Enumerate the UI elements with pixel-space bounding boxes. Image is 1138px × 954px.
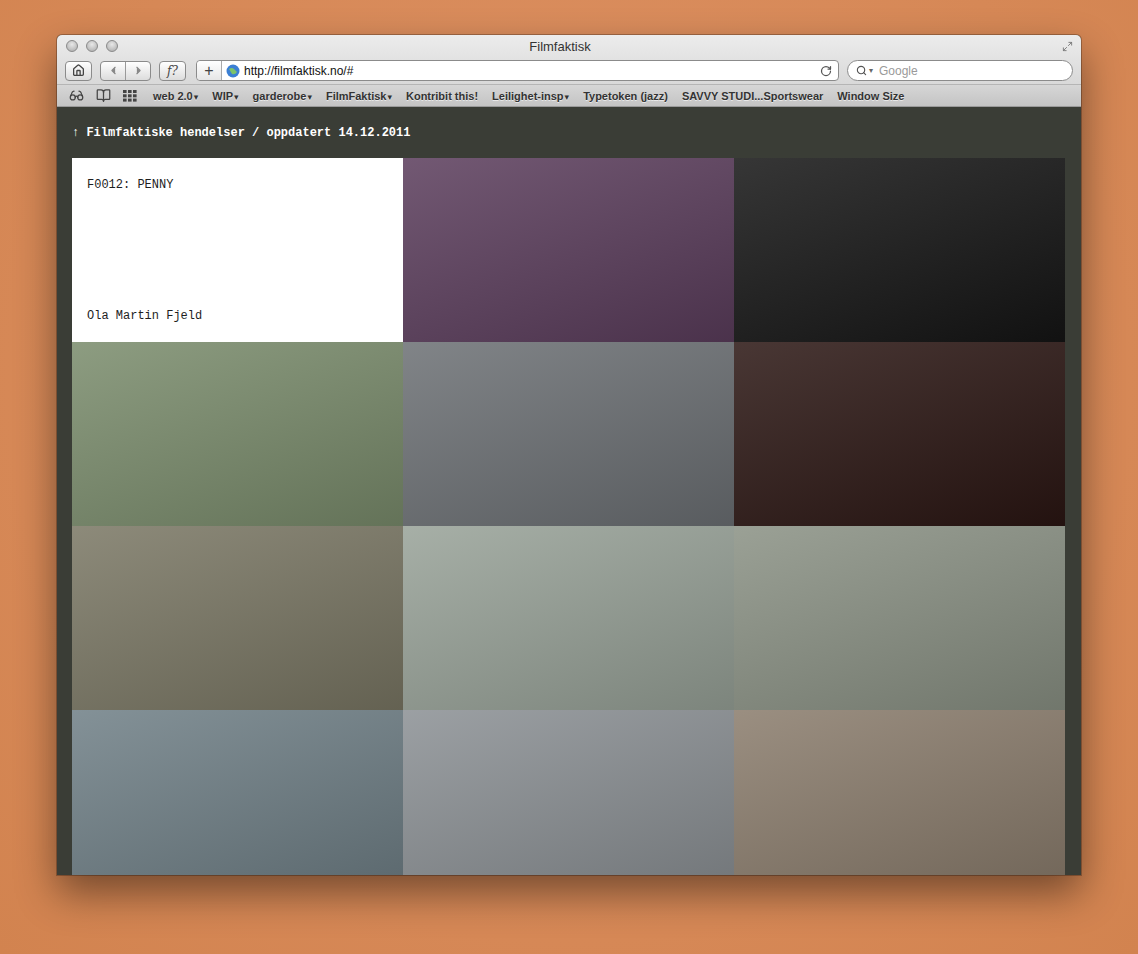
search-field[interactable]: ▾Google: [847, 60, 1073, 81]
back-icon[interactable]: [107, 64, 120, 77]
bookmark-item[interactable]: Leilighet-insp▾: [492, 90, 569, 102]
dropdown-icon: ▾: [387, 92, 392, 102]
bookmark-item[interactable]: garderobe▾: [253, 90, 312, 102]
film-still[interactable]: [403, 710, 734, 875]
film-still[interactable]: [734, 526, 1065, 710]
window-controls: [65, 40, 118, 52]
film-still[interactable]: [72, 710, 403, 875]
top-sites-icon[interactable]: [123, 90, 137, 102]
film-card[interactable]: F0012: PENNY Ola Martin Fjeld: [72, 158, 403, 342]
film-still[interactable]: [734, 342, 1065, 526]
reload-icon[interactable]: [820, 65, 832, 77]
close-button[interactable]: [66, 40, 78, 52]
bookmark-item[interactable]: Kontribit this!: [406, 90, 478, 102]
page-header[interactable]: ↑ Filmfaktiske hendelser / oppdatert 14.…: [72, 126, 1066, 140]
address-field[interactable]: +http://filmfaktisk.no/#: [196, 60, 839, 81]
film-still[interactable]: [734, 158, 1065, 342]
film-author: Ola Martin Fjeld: [87, 309, 388, 323]
title-bar: Filmfaktisk: [57, 35, 1081, 57]
film-title: F0012: PENNY: [87, 178, 388, 192]
window-title: Filmfaktisk: [118, 39, 1002, 54]
bookmark-tools: [69, 88, 137, 103]
back-button[interactable]: [101, 62, 125, 80]
home-icon[interactable]: [72, 64, 85, 77]
bookmark-item[interactable]: Window Size: [837, 90, 904, 102]
film-still[interactable]: [734, 710, 1065, 875]
bookmark-item[interactable]: FilmFaktisk▾: [326, 90, 392, 102]
dropdown-icon: ▾: [194, 92, 199, 102]
forward-button[interactable]: [125, 62, 150, 80]
dropdown-icon: ▾: [234, 92, 239, 102]
reader-button[interactable]: f?: [159, 61, 186, 81]
bookmarks-icon[interactable]: [96, 88, 111, 103]
film-still[interactable]: [403, 342, 734, 526]
reading-list-icon[interactable]: [69, 88, 84, 103]
zoom-button[interactable]: [106, 40, 118, 52]
fullscreen-button[interactable]: [1062, 41, 1073, 52]
search-icon: [856, 65, 867, 76]
search-menu-icon[interactable]: ▾: [869, 66, 873, 75]
bookmarks-bar: web 2.0▾ WIP▾ garderobe▾ FilmFaktisk▾ Kontri…: [57, 84, 1081, 106]
minimize-button[interactable]: [86, 40, 98, 52]
desktop: Filmfaktisk f? +http://filmfaktisk.no/# ▾Go…: [0, 0, 1138, 954]
add-bookmark-button[interactable]: +: [197, 61, 222, 80]
home-button[interactable]: [65, 61, 92, 81]
forward-icon[interactable]: [132, 64, 145, 77]
film-still[interactable]: [72, 342, 403, 526]
browser-chrome: Filmfaktisk f? +http://filmfaktisk.no/# ▾Go…: [57, 35, 1081, 107]
dropdown-icon: ▾: [565, 92, 570, 102]
reload-button[interactable]: [814, 65, 838, 77]
bookmark-item[interactable]: web 2.0▾: [153, 90, 198, 102]
globe-icon: [226, 64, 240, 78]
page-content: ↑ Filmfaktiske hendelser / oppdatert 14.…: [57, 107, 1081, 875]
toolbar: f? +http://filmfaktisk.no/# ▾Google: [57, 57, 1081, 84]
bookmark-item[interactable]: WIP▾: [212, 90, 238, 102]
fullscreen-icon[interactable]: [1062, 41, 1073, 52]
address-text[interactable]: http://filmfaktisk.no/#: [222, 64, 814, 78]
browser-window: Filmfaktisk f? +http://filmfaktisk.no/# ▾Go…: [57, 35, 1081, 875]
bookmark-item[interactable]: SAVVY STUDI...Sportswear: [682, 90, 823, 102]
film-still[interactable]: [72, 526, 403, 710]
film-still[interactable]: [403, 158, 734, 342]
film-still[interactable]: [403, 526, 734, 710]
dropdown-icon: ▾: [307, 92, 312, 102]
history-buttons: [100, 61, 151, 81]
bookmark-item[interactable]: Typetoken (jazz): [583, 90, 668, 102]
film-grid: F0012: PENNY Ola Martin Fjeld: [72, 158, 1066, 875]
